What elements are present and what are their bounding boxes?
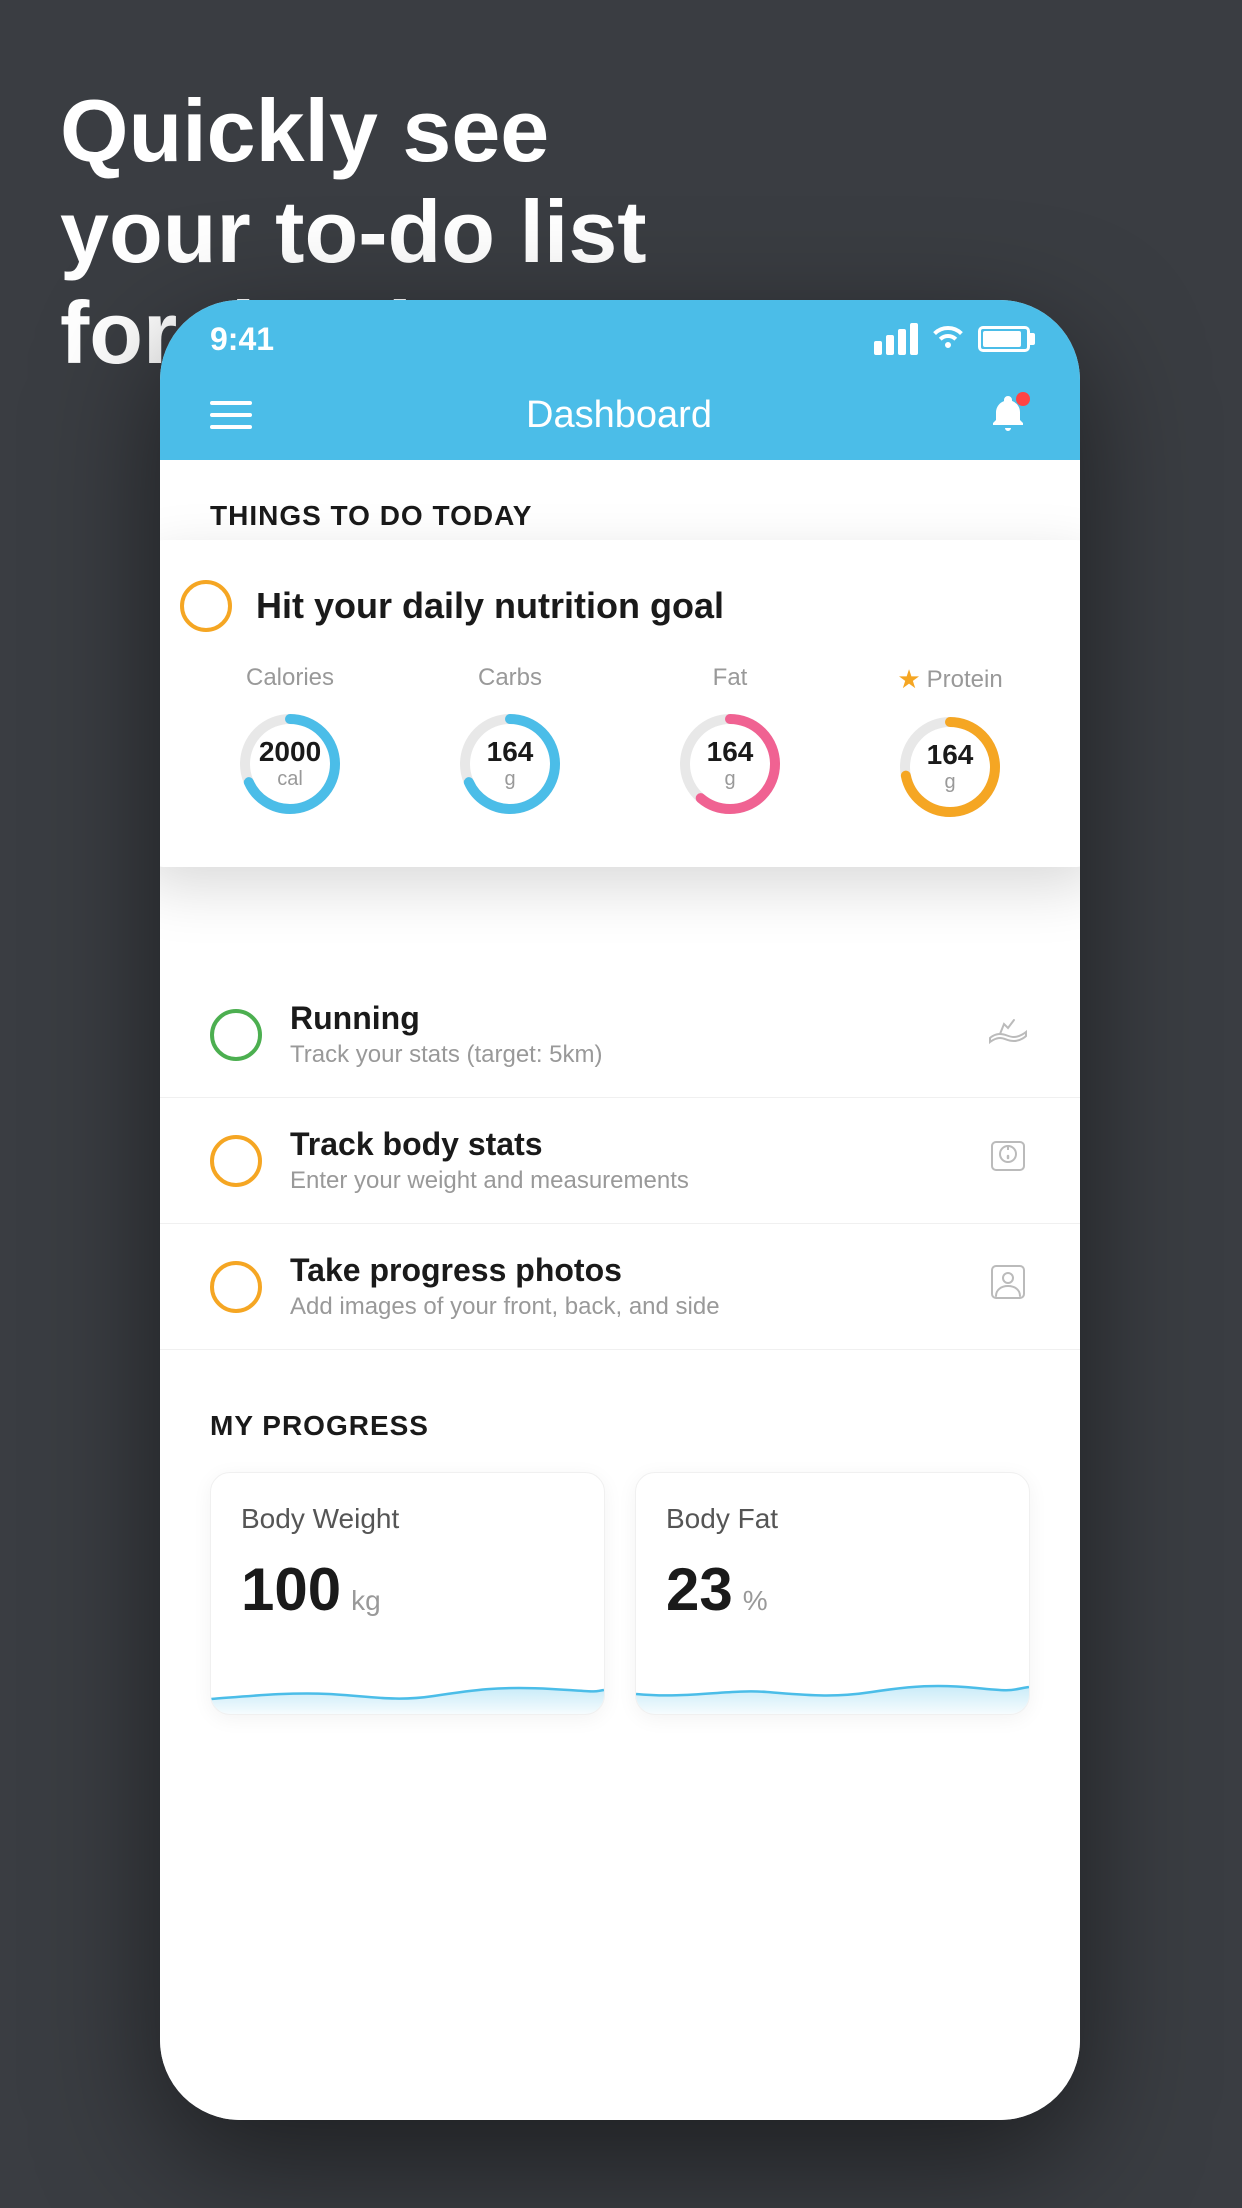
- fat-value: 164: [707, 737, 754, 768]
- wifi-icon: [932, 322, 964, 356]
- progress-header: MY PROGRESS: [210, 1410, 1030, 1442]
- body-weight-chart: [211, 1654, 604, 1714]
- bell-icon[interactable]: [986, 392, 1030, 438]
- protein-item: ★ Protein 164 g: [890, 664, 1010, 827]
- status-bar: 9:41: [160, 300, 1080, 370]
- body-weight-title: Body Weight: [241, 1503, 574, 1535]
- protein-unit: g: [927, 771, 974, 794]
- things-to-do-header: THINGS TO DO TODAY: [160, 460, 1080, 552]
- nutrition-card-title: Hit your daily nutrition goal: [256, 585, 724, 627]
- calories-unit: cal: [259, 768, 321, 791]
- todo-list: Running Track your stats (target: 5km) T…: [160, 972, 1080, 1350]
- running-title: Running: [290, 1000, 958, 1037]
- hamburger-menu-icon[interactable]: [210, 401, 252, 429]
- headline-line2: your to-do list: [60, 181, 647, 282]
- headline-line1: Quickly see: [60, 80, 647, 181]
- body-fat-title: Body Fat: [666, 1503, 999, 1535]
- shoe-icon: [986, 1008, 1030, 1062]
- body-stats-subtitle: Enter your weight and measurements: [290, 1167, 958, 1195]
- running-subtitle: Track your stats (target: 5km): [290, 1041, 958, 1069]
- status-icons: [874, 322, 1030, 356]
- body-stats-title: Track body stats: [290, 1126, 958, 1163]
- todo-item-running[interactable]: Running Track your stats (target: 5km): [160, 972, 1080, 1098]
- progress-photos-text: Take progress photos Add images of your …: [290, 1252, 958, 1321]
- nav-title: Dashboard: [526, 394, 712, 437]
- progress-photos-subtitle: Add images of your front, back, and side: [290, 1293, 958, 1321]
- fat-ring: 164 g: [670, 704, 790, 824]
- nutrition-circles: Calories 2000 cal Carbs: [180, 664, 1060, 827]
- calories-item: Calories 2000 cal: [230, 664, 350, 824]
- fat-item: Fat 164 g: [670, 664, 790, 824]
- body-stats-checkbox[interactable]: [210, 1135, 262, 1187]
- progress-photos-title: Take progress photos: [290, 1252, 958, 1289]
- carbs-unit: g: [487, 768, 534, 791]
- content-area: THINGS TO DO TODAY Hit your daily nutrit…: [160, 460, 1080, 2120]
- signal-bars-icon: [874, 323, 918, 355]
- protein-label: ★ Protein: [897, 664, 1002, 695]
- progress-cards: Body Weight 100 kg: [210, 1472, 1030, 1715]
- carbs-value: 164: [487, 737, 534, 768]
- nutrition-checkbox[interactable]: [180, 580, 232, 632]
- calories-value: 2000: [259, 737, 321, 768]
- body-fat-card: Body Fat 23 %: [635, 1472, 1030, 1715]
- status-time: 9:41: [210, 321, 274, 358]
- progress-section: MY PROGRESS Body Weight 100 kg: [160, 1370, 1080, 1745]
- body-weight-value: 100: [241, 1555, 341, 1624]
- running-text: Running Track your stats (target: 5km): [290, 1000, 958, 1069]
- star-icon: ★: [897, 664, 920, 695]
- todo-item-progress-photos[interactable]: Take progress photos Add images of your …: [160, 1224, 1080, 1350]
- nav-bar: Dashboard: [160, 370, 1080, 460]
- body-weight-card: Body Weight 100 kg: [210, 1472, 605, 1715]
- body-fat-value: 23: [666, 1555, 733, 1624]
- progress-photos-checkbox[interactable]: [210, 1261, 262, 1313]
- body-stats-text: Track body stats Enter your weight and m…: [290, 1126, 958, 1195]
- person-icon: [986, 1260, 1030, 1314]
- body-weight-value-row: 100 kg: [241, 1555, 574, 1624]
- todo-item-body-stats[interactable]: Track body stats Enter your weight and m…: [160, 1098, 1080, 1224]
- protein-value: 164: [927, 740, 974, 771]
- running-checkbox[interactable]: [210, 1009, 262, 1061]
- fat-unit: g: [707, 768, 754, 791]
- calories-ring: 2000 cal: [230, 704, 350, 824]
- carbs-label: Carbs: [478, 664, 542, 692]
- body-fat-unit: %: [743, 1585, 768, 1617]
- body-weight-unit: kg: [351, 1585, 381, 1617]
- notification-dot: [1016, 392, 1030, 406]
- body-fat-value-row: 23 %: [666, 1555, 999, 1624]
- phone-shell: 9:41 Dashboard: [160, 300, 1080, 2120]
- calories-label: Calories: [246, 664, 334, 692]
- carbs-ring: 164 g: [450, 704, 570, 824]
- protein-ring: 164 g: [890, 707, 1010, 827]
- scale-icon: [986, 1134, 1030, 1188]
- nutrition-card: Hit your daily nutrition goal Calories 2…: [160, 540, 1080, 867]
- body-fat-chart: [636, 1654, 1029, 1714]
- fat-label: Fat: [713, 664, 748, 692]
- carbs-item: Carbs 164 g: [450, 664, 570, 824]
- battery-icon: [978, 326, 1030, 352]
